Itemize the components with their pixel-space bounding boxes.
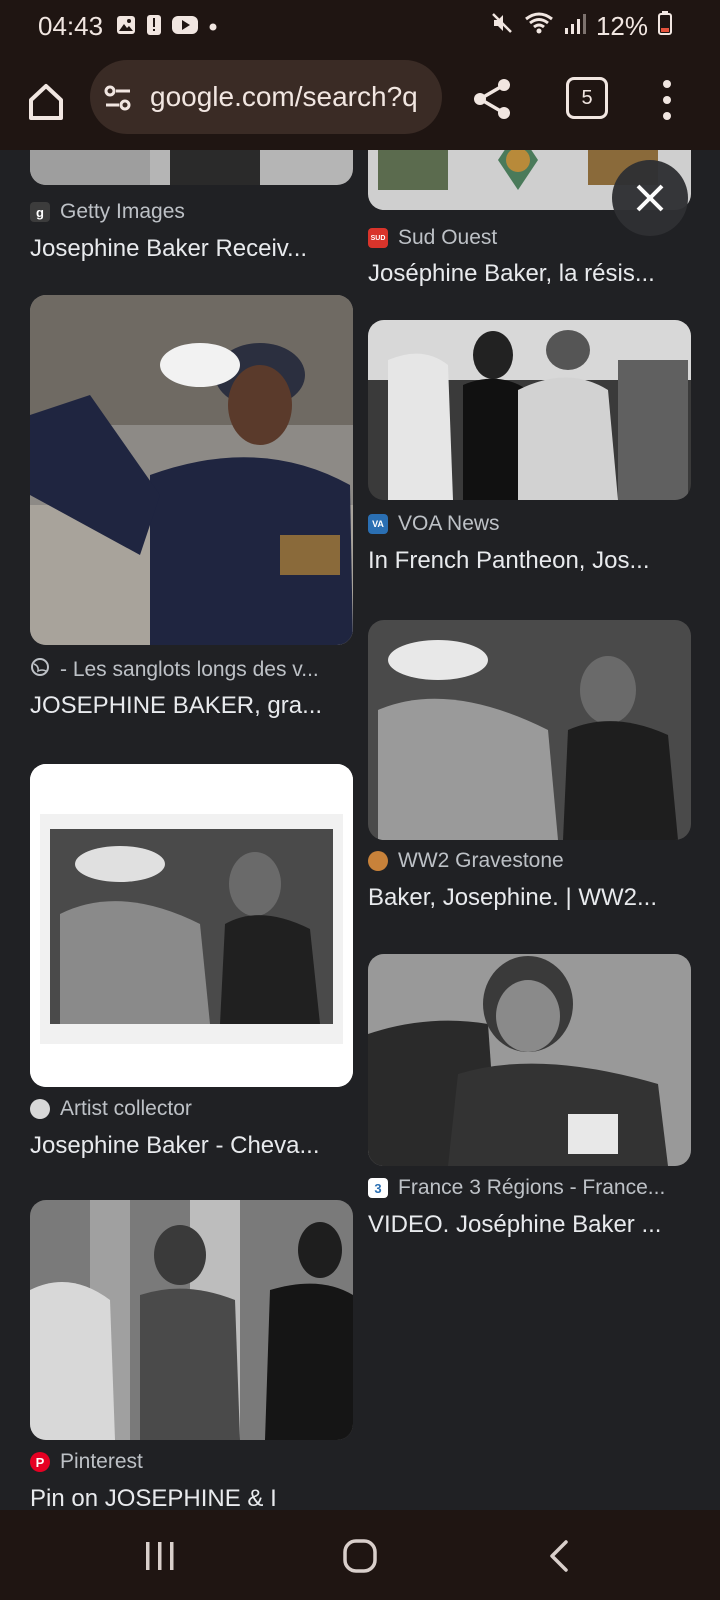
dot-icon [208, 19, 218, 37]
system-status: 12% [490, 11, 672, 42]
share-icon [474, 79, 510, 119]
wifi-icon [524, 11, 554, 42]
mute-icon [490, 11, 514, 42]
battery-icon [658, 11, 672, 42]
voa-icon: VA [368, 514, 388, 534]
result-thumbnail[interactable] [30, 1200, 353, 1440]
more-vert-icon [663, 80, 671, 120]
result-title[interactable]: Baker, Josephine. | WW2... [368, 884, 691, 912]
result-card[interactable]: 3 France 3 Régions - France... VIDEO. Jo… [368, 954, 691, 1254]
home-icon [29, 84, 63, 120]
close-icon [636, 184, 664, 212]
site-settings-icon[interactable] [102, 82, 134, 119]
home-nav-button[interactable] [336, 1532, 384, 1580]
home-button[interactable] [22, 78, 70, 126]
result-card[interactable]: VA VOA News In French Pantheon, Jos... [368, 320, 691, 590]
result-source: g Getty Images [30, 200, 353, 224]
france3-icon: 3 [368, 1178, 388, 1198]
overflow-menu-button[interactable] [660, 78, 674, 122]
recent-apps-button[interactable] [136, 1532, 184, 1580]
tab-switcher-button[interactable]: 5 [566, 77, 608, 119]
battery-text: 12% [595, 11, 648, 41]
pinterest-icon: P [30, 1452, 50, 1472]
status-time: 04:43 [38, 11, 104, 41]
result-card[interactable]: WW2 Gravestone Baker, Josephine. | WW2..… [368, 620, 691, 920]
signal-icon [564, 11, 586, 42]
back-icon [550, 1540, 568, 1572]
result-thumbnail[interactable] [30, 150, 353, 185]
browser-toolbar: google.com/search?q 5 [0, 56, 720, 151]
url-text[interactable]: google.com/search?q [150, 81, 418, 113]
address-bar[interactable]: google.com/search?q [90, 60, 442, 134]
result-source: P Pinterest [30, 1450, 353, 1474]
gallery-icon [116, 15, 136, 40]
result-thumbnail[interactable] [368, 620, 691, 840]
result-thumbnail[interactable] [368, 954, 691, 1166]
recent-apps-icon [146, 1542, 174, 1570]
back-button[interactable] [536, 1532, 584, 1580]
result-source: WW2 Gravestone [368, 849, 691, 873]
sud-ouest-icon: SUD [368, 228, 388, 248]
result-source: VA VOA News [368, 512, 691, 536]
result-title[interactable]: Josephine Baker Receiv... [30, 235, 353, 263]
notification-icons [116, 14, 218, 41]
result-card[interactable]: P Pinterest Pin on JOSEPHINE & I [30, 1200, 353, 1510]
ww2-icon [368, 851, 388, 871]
result-thumbnail[interactable] [30, 295, 353, 645]
result-title[interactable]: Josephine Baker - Cheva... [30, 1132, 353, 1160]
result-title[interactable]: JOSEPHINE BAKER, gra... [30, 692, 353, 720]
result-source: Artist collector [30, 1097, 353, 1121]
close-button[interactable] [612, 160, 688, 236]
result-card[interactable]: Artist collector Josephine Baker - Cheva… [30, 764, 353, 1159]
result-source: 3 France 3 Régions - France... [368, 1176, 691, 1200]
status-bar: 04:43 12% [0, 0, 720, 56]
home-circle-icon [343, 1539, 377, 1573]
image-results-grid: g Getty Images Josephine Baker Receiv...… [0, 150, 720, 1510]
artist-collector-icon [30, 1099, 50, 1119]
youtube-icon [172, 15, 198, 40]
result-title[interactable]: Joséphine Baker, la résis... [368, 260, 691, 288]
result-thumbnail[interactable] [30, 764, 353, 1087]
alert-icon [146, 14, 162, 41]
result-title[interactable]: VIDEO. Joséphine Baker ... [368, 1211, 691, 1239]
getty-icon: g [30, 202, 50, 222]
result-title[interactable]: Pin on JOSEPHINE & I [30, 1485, 353, 1510]
result-source: - Les sanglots longs des v... [30, 657, 353, 683]
system-nav-bar [0, 1510, 720, 1600]
result-thumbnail[interactable] [368, 320, 691, 500]
result-card[interactable]: - Les sanglots longs des v... JOSEPHINE … [30, 295, 353, 719]
globe-icon [30, 657, 50, 683]
share-button[interactable] [470, 76, 516, 122]
result-title[interactable]: In French Pantheon, Jos... [368, 547, 691, 575]
